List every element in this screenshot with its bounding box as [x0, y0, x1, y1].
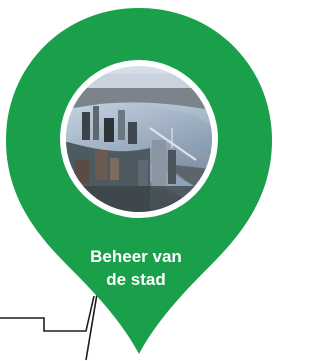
- pin-label-line-1: Beheer van: [90, 247, 182, 266]
- pin-label: Beheer van de stad: [56, 245, 216, 291]
- connector-lines: [0, 293, 98, 361]
- location-pin-card[interactable]: Beheer van de stad: [0, 0, 275, 361]
- pin-label-line-2: de stad: [106, 270, 166, 289]
